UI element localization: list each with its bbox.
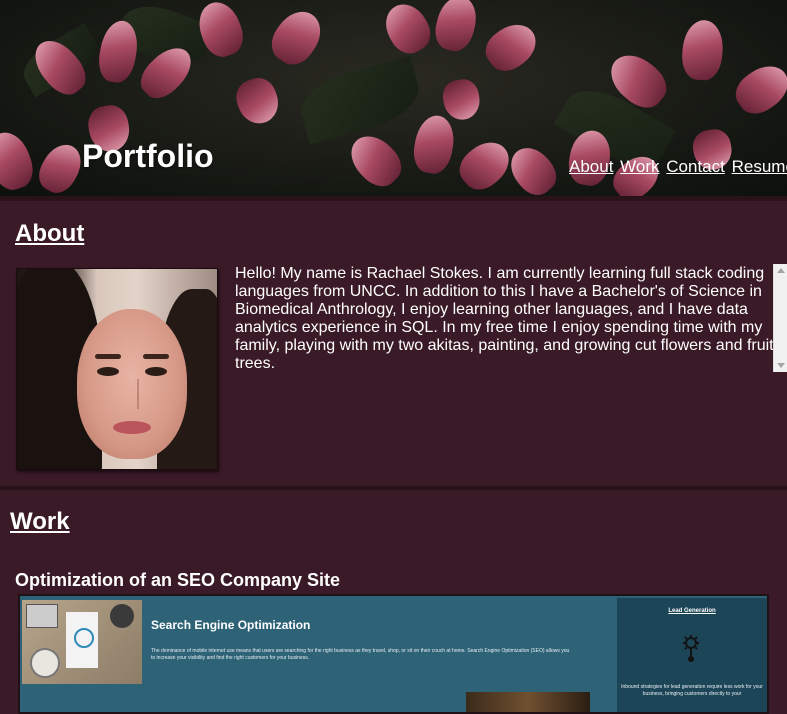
about-heading: About xyxy=(15,220,85,247)
desk-photo xyxy=(22,600,142,684)
nav-link-about[interactable]: About xyxy=(569,157,613,176)
nav-link-resume[interactable]: Resume xyxy=(732,157,787,176)
hero-header: Portfolio About Work Contact Resume xyxy=(0,0,787,196)
preview-section-body: The dominance of mobile internet use mea… xyxy=(151,648,570,661)
work-heading: Work xyxy=(10,508,70,535)
project-title: Optimization of an SEO Company Site xyxy=(15,570,341,590)
main-nav: About Work Contact Resume xyxy=(569,157,787,177)
project-preview[interactable]: Search Engine Optimization The dominance… xyxy=(18,594,769,714)
preview-section-title: Search Engine Optimization xyxy=(151,618,311,632)
nav-link-contact[interactable]: Contact xyxy=(666,157,725,176)
preview-photo xyxy=(466,692,590,712)
about-section: About Hello! My name is Rachael Stokes. … xyxy=(0,196,787,486)
scroll-down-arrow-icon[interactable] xyxy=(777,363,785,368)
scrollbar[interactable] xyxy=(773,264,787,372)
scroll-up-arrow-icon[interactable] xyxy=(777,268,785,273)
preview-sidebar-body: Inbound strategies for lead generation r… xyxy=(621,684,763,697)
nav-link-work[interactable]: Work xyxy=(620,157,659,176)
preview-sidebar-title: Lead Generation xyxy=(668,608,716,614)
lead-generation-icon xyxy=(683,635,699,662)
site-title: Portfolio xyxy=(82,138,214,174)
preview-sidebar: Lead Generation Inbound strategies for l… xyxy=(617,598,767,712)
profile-photo xyxy=(16,268,218,470)
about-bio: Hello! My name is Rachael Stokes. I am c… xyxy=(235,265,774,372)
work-section: Work Optimization of an SEO Company Site… xyxy=(0,486,787,714)
